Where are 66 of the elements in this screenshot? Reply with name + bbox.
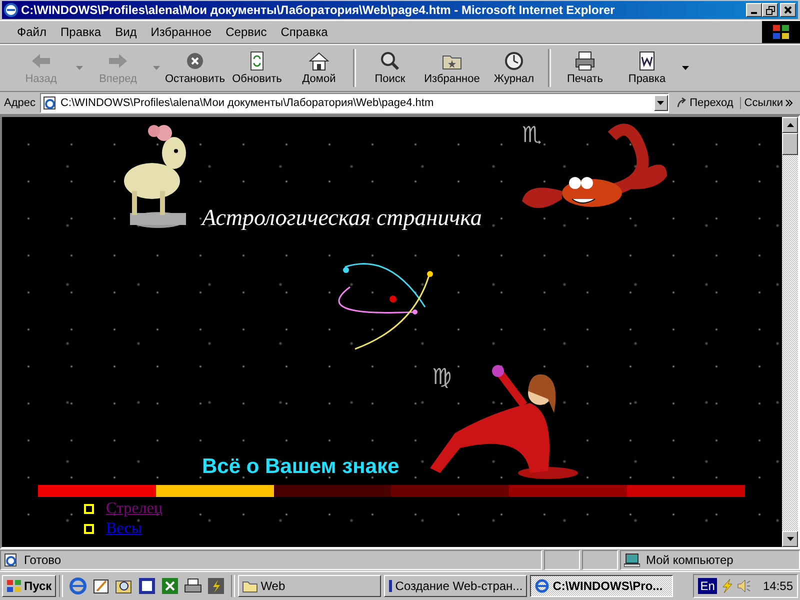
chevron-icon — [785, 99, 793, 107]
menu-item[interactable]: Избранное — [144, 25, 219, 39]
folder-icon — [242, 579, 258, 593]
stop-icon — [184, 51, 206, 71]
vertical-scrollbar[interactable] — [782, 117, 798, 547]
toolbar-button[interactable]: Домой — [288, 47, 350, 89]
menu-item[interactable]: Сервис — [218, 25, 274, 39]
menu-item[interactable]: Вид — [108, 25, 144, 39]
curved-arrow-icon — [676, 97, 688, 109]
menu-item[interactable]: Правка — [54, 25, 108, 39]
page-subtitle: Всё о Вашем знаке — [202, 455, 400, 479]
windows-logo-icon — [762, 21, 800, 43]
toolbar-button[interactable]: Печать — [554, 47, 616, 89]
toolbar-button[interactable]: Остановить — [164, 47, 226, 89]
house-icon — [308, 51, 330, 71]
left-arrow-icon — [30, 51, 52, 71]
scrollbar-thumb[interactable] — [782, 133, 798, 155]
close-icon — [784, 6, 792, 14]
windows-logo-icon — [6, 579, 22, 593]
down-arrow-icon — [786, 537, 794, 541]
pen-icon[interactable] — [92, 577, 110, 595]
page-icon — [42, 96, 56, 110]
browser-icon — [4, 3, 18, 17]
toolbar-button[interactable]: Обновить — [226, 47, 288, 89]
toolbar-button[interactable]: Поиск — [359, 47, 421, 89]
language-indicator[interactable]: En — [698, 578, 717, 594]
menu-item[interactable]: Справка — [274, 25, 335, 39]
computer-icon — [624, 553, 640, 567]
spreadsheet-icon[interactable] — [160, 577, 179, 595]
taskbar-button[interactable]: Создание Web-стран... — [384, 575, 527, 597]
close-button[interactable] — [780, 3, 796, 17]
go-button[interactable]: Переход — [672, 97, 736, 109]
toolbar-button[interactable]: Правка — [616, 47, 678, 89]
page-icon — [4, 553, 18, 567]
links-button[interactable]: Ссылки — [740, 97, 796, 109]
window-title: C:\WINDOWS\Profiles\alena\Мои документы\Лаборатория\Web\page4.htm - Microsoft Internet Explorer — [21, 3, 616, 17]
lightning-icon[interactable] — [206, 577, 225, 595]
menu-item[interactable]: Файл — [10, 25, 54, 39]
magnifier-icon — [379, 51, 401, 71]
clock: 14:55 — [762, 579, 793, 593]
address-label: Адрес — [4, 97, 36, 109]
square-bullet-icon — [84, 524, 94, 534]
speaker-icon[interactable] — [736, 578, 751, 594]
start-button[interactable]: Пуск — [2, 575, 56, 597]
toolbar-button[interactable]: Журнал — [483, 47, 545, 89]
toolbar-button[interactable]: Избранное — [421, 47, 483, 89]
printer-icon — [574, 51, 596, 71]
browser-icon — [534, 579, 550, 593]
minimize-button[interactable] — [746, 3, 762, 17]
caret-icon[interactable] — [682, 66, 689, 70]
printer-icon[interactable] — [184, 577, 202, 595]
scorpio-symbol: ♏ — [522, 125, 542, 147]
right-arrow-icon — [107, 51, 129, 71]
clock-icon — [503, 51, 525, 71]
taskbar-button[interactable]: Web — [238, 575, 381, 597]
browser-icon[interactable] — [68, 577, 87, 595]
maximize-button[interactable] — [762, 3, 778, 17]
square-bullet-icon — [84, 504, 94, 514]
virgo-symbol: ♍ — [432, 367, 452, 389]
zone-text: Мой компьютер — [646, 553, 734, 567]
status-text: Готово — [24, 553, 62, 567]
up-arrow-icon — [786, 123, 794, 127]
address-field[interactable]: C:\WINDOWS\Profiles\alena\Мои документы\Лаборатория\Web\page4.htm — [40, 93, 669, 113]
taskbar-button[interactable]: C:\WINDOWS\Pro... — [530, 575, 673, 597]
restore-icon — [766, 6, 774, 14]
page-title: Астрологическая страничка — [202, 205, 482, 231]
